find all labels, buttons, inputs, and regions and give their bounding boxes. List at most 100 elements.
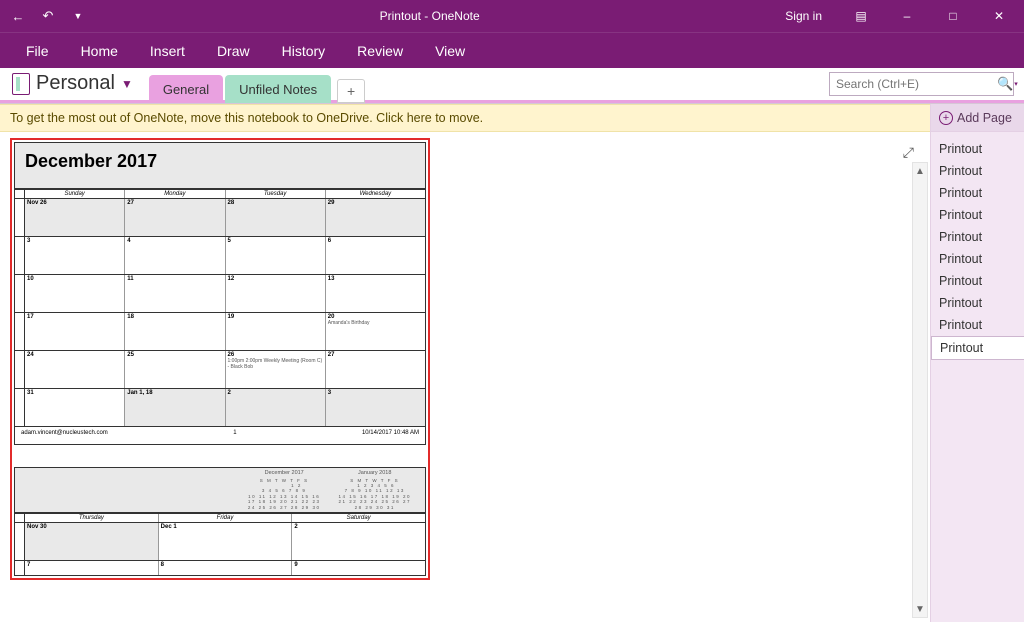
- page-list-item[interactable]: Printout: [931, 248, 1024, 270]
- calendar-cell: 261:00pm 2:00pm Weekly Meeting (Room C) …: [226, 351, 326, 388]
- calendar-cell: 4: [125, 237, 225, 274]
- mini-calendar-jan: January 2018 S M T W T F S 1 2 3 4 5 6 7…: [338, 470, 411, 510]
- menu-insert[interactable]: Insert: [134, 37, 201, 65]
- calendar-cell: Nov 30: [25, 523, 159, 560]
- calendar-cell: 31: [25, 389, 125, 426]
- search-input[interactable]: [830, 75, 997, 93]
- page-list-item[interactable]: Printout: [931, 182, 1024, 204]
- calendar-row: 17181920Amanda's Birthday: [15, 313, 425, 351]
- calendar-cell: 29: [326, 199, 425, 236]
- calendar-cell: 7: [25, 561, 159, 575]
- calendar-row: 10111213: [15, 275, 425, 313]
- calendar-cell: 5: [226, 237, 326, 274]
- footer-pagenum: 1: [233, 430, 236, 436]
- fullscreen-icon[interactable]: ⤢: [903, 144, 914, 161]
- calendar-cell: 12: [226, 275, 326, 312]
- mini-calendar-dec: December 2017 S M T W T F S 1 2 3 4 5 6 …: [248, 470, 321, 510]
- note-canvas[interactable]: ⤢ ▲ ▼ December 2017 Sunday Monday Tuesda…: [0, 132, 930, 622]
- maximize-icon[interactable]: □: [932, 0, 974, 32]
- menu-file[interactable]: File: [10, 37, 65, 65]
- add-section-button[interactable]: +: [337, 79, 365, 103]
- page-list-item[interactable]: Printout: [931, 270, 1024, 292]
- calendar-cell: 27: [326, 351, 425, 388]
- add-page-label: Add Page: [957, 111, 1012, 125]
- calendar-cell: Dec 1: [159, 523, 293, 560]
- calendar-footer: adam.vincent@nucleustech.com 1 10/14/201…: [15, 427, 425, 444]
- calendar-cell: 10: [25, 275, 125, 312]
- ribbon-display-icon[interactable]: ▤: [840, 0, 882, 32]
- menu-bar: File Home Insert Draw History Review Vie…: [0, 32, 1024, 68]
- calendar-cell: 3: [25, 237, 125, 274]
- day-header: Tuesday: [226, 190, 326, 198]
- page-list-item[interactable]: Printout: [931, 226, 1024, 248]
- page-list-item[interactable]: Printout: [931, 160, 1024, 182]
- calendar-cell: 27: [125, 199, 225, 236]
- title-bar: ← ↶ ▼ Printout - OneNote Sign in ▤ – □ ✕: [0, 0, 1024, 32]
- notebook-name: Personal: [36, 72, 115, 95]
- calendar-title: December 2017: [15, 143, 425, 190]
- notebook-icon: [12, 73, 30, 95]
- day-header: Sunday: [25, 190, 125, 198]
- menu-review[interactable]: Review: [341, 37, 419, 65]
- minimize-icon[interactable]: –: [886, 0, 928, 32]
- plus-icon: +: [939, 111, 953, 125]
- vertical-scrollbar[interactable]: ▲ ▼: [912, 162, 928, 618]
- search-icon[interactable]: 🔍▾: [997, 76, 1018, 92]
- page-list-item[interactable]: Printout: [931, 336, 1024, 360]
- sign-in-button[interactable]: Sign in: [771, 0, 836, 32]
- calendar-cell: Nov 26: [25, 199, 125, 236]
- scroll-down-icon[interactable]: ▼: [913, 601, 927, 617]
- qat-customize-icon[interactable]: ▼: [68, 6, 88, 26]
- calendar-cell: 6: [326, 237, 425, 274]
- calendar-page-1: December 2017 Sunday Monday Tuesday Wedn…: [14, 142, 426, 445]
- calendar-cell: 9: [292, 561, 425, 575]
- page-list-item[interactable]: Printout: [931, 292, 1024, 314]
- calendar-cell: 13: [326, 275, 425, 312]
- page-list-item[interactable]: Printout: [931, 138, 1024, 160]
- day-header: Saturday: [292, 514, 425, 522]
- calendar-cell: 28: [226, 199, 326, 236]
- section-tab-general[interactable]: General: [149, 75, 223, 103]
- calendar-cell: 8: [159, 561, 293, 575]
- day-header: Thursday: [25, 514, 159, 522]
- calendar-cell: 2: [292, 523, 425, 560]
- calendar-page-2: December 2017 S M T W T F S 1 2 3 4 5 6 …: [14, 467, 426, 576]
- menu-view[interactable]: View: [419, 37, 481, 65]
- undo-icon[interactable]: ↶: [38, 6, 58, 26]
- footer-email: adam.vincent@nucleustech.com: [21, 430, 108, 436]
- calendar-cell: 20Amanda's Birthday: [326, 313, 425, 350]
- back-icon[interactable]: ←: [8, 6, 28, 26]
- day-header: Monday: [125, 190, 225, 198]
- search-box[interactable]: 🔍▾: [829, 72, 1014, 96]
- chevron-down-icon: ▼: [121, 77, 133, 91]
- calendar-row: 3456: [15, 237, 425, 275]
- menu-home[interactable]: Home: [65, 37, 134, 65]
- calendar-cell: 25: [125, 351, 225, 388]
- section-tab-unfiled-notes[interactable]: Unfiled Notes: [225, 75, 331, 103]
- calendar-cell: Jan 1, 18: [125, 389, 225, 426]
- menu-history[interactable]: History: [266, 37, 342, 65]
- calendar-cell: 2: [226, 389, 326, 426]
- calendar-cell: 17: [25, 313, 125, 350]
- main-area: ⤢ ▲ ▼ December 2017 Sunday Monday Tuesda…: [0, 132, 1024, 622]
- calendar-cell: 18: [125, 313, 225, 350]
- add-page-button[interactable]: + Add Page: [931, 104, 1024, 132]
- calendar-row: Nov 26272829: [15, 199, 425, 237]
- menu-draw[interactable]: Draw: [201, 37, 266, 65]
- calendar-row: 7 8 9: [15, 561, 425, 575]
- calendar-cell: 3: [326, 389, 425, 426]
- calendar-day-headers: Sunday Monday Tuesday Wednesday: [15, 190, 425, 199]
- calendar-cell: 11: [125, 275, 225, 312]
- page-list-item[interactable]: Printout: [931, 204, 1024, 226]
- day-header: Friday: [159, 514, 293, 522]
- onedrive-info-bar[interactable]: To get the most out of OneNote, move thi…: [0, 104, 930, 132]
- notebook-dropdown[interactable]: Personal ▼: [8, 68, 141, 103]
- scroll-up-icon[interactable]: ▲: [913, 163, 927, 179]
- window-title: Printout - OneNote: [88, 9, 771, 23]
- calendar-row: 2425261:00pm 2:00pm Weekly Meeting (Room…: [15, 351, 425, 389]
- close-icon[interactable]: ✕: [978, 0, 1020, 32]
- printout-selection[interactable]: December 2017 Sunday Monday Tuesday Wedn…: [10, 138, 430, 580]
- day-header: Wednesday: [326, 190, 425, 198]
- page-list-item[interactable]: Printout: [931, 314, 1024, 336]
- footer-timestamp: 10/14/2017 10:48 AM: [362, 430, 419, 436]
